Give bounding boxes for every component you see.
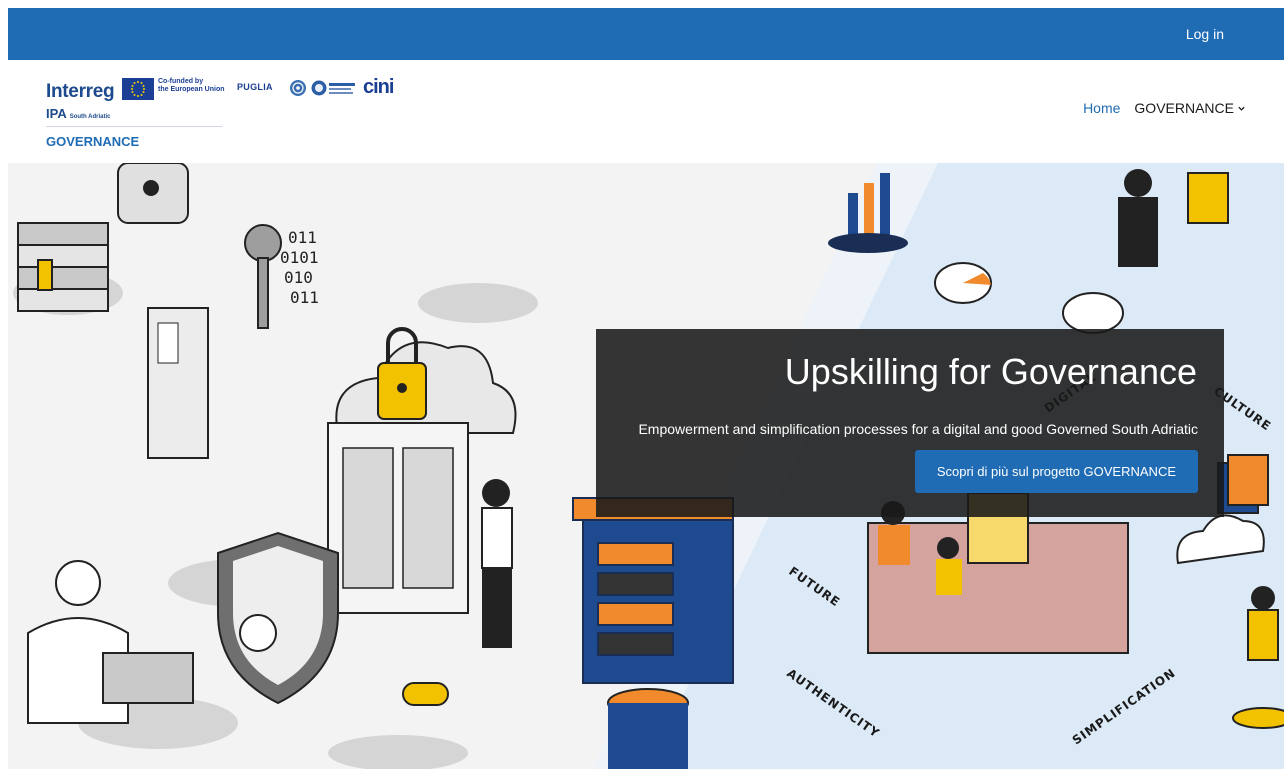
hero-caption-panel: Upskilling for Governance Empowerment an… [596,329,1224,517]
login-link[interactable]: Log in [1186,8,1224,60]
nav-governance-label: GOVERNANCE [1134,100,1234,116]
cini-logo: cini [363,76,394,99]
svg-text:0101: 0101 [280,248,319,267]
svg-text:010: 010 [284,268,313,287]
project-name: GOVERNANCE [46,134,140,149]
hero-subtitle: Empowerment and simplification processes… [638,421,1198,437]
main-nav: Home GOVERNANCE [1083,100,1246,116]
cini-text: cini [363,76,394,98]
nav-item-governance[interactable]: GOVERNANCE [1134,100,1246,116]
hero-title: Upskilling for Governance [784,351,1197,392]
ipa-region-label: South Adriatic [69,114,111,120]
site-header: Interreg Co-funded by the European Union… [8,60,1284,164]
svg-text:011: 011 [288,228,317,247]
ipa-label: IPA [46,106,67,121]
hero-banner: 011 0101 010 011 CULTURE FUTURE AUTHENTI… [8,163,1284,769]
logo-divider [46,126,222,127]
learn-more-button[interactable]: Scopri di più sul progetto GOVERNANCE [914,450,1198,493]
university-seal-icon [311,79,357,102]
top-bar: Log in [8,8,1284,60]
ipa-logo: IPA South Adriatic [46,106,111,121]
partner-seal-icon [289,79,307,102]
eu-flag-icon [122,78,154,100]
nav-item-home[interactable]: Home [1083,100,1120,116]
cofunded-line1: Co-funded by [158,78,204,85]
site-logo[interactable]: Interreg Co-funded by the European Union… [46,76,406,156]
interreg-logo: Interreg [46,81,115,102]
cofunded-label: Co-funded by the European Union [158,78,225,94]
cofunded-line2: the European Union [158,86,225,93]
puglia-logo: PUGLIA [237,82,273,92]
chevron-down-icon [1238,106,1245,111]
svg-text:011: 011 [290,288,319,307]
